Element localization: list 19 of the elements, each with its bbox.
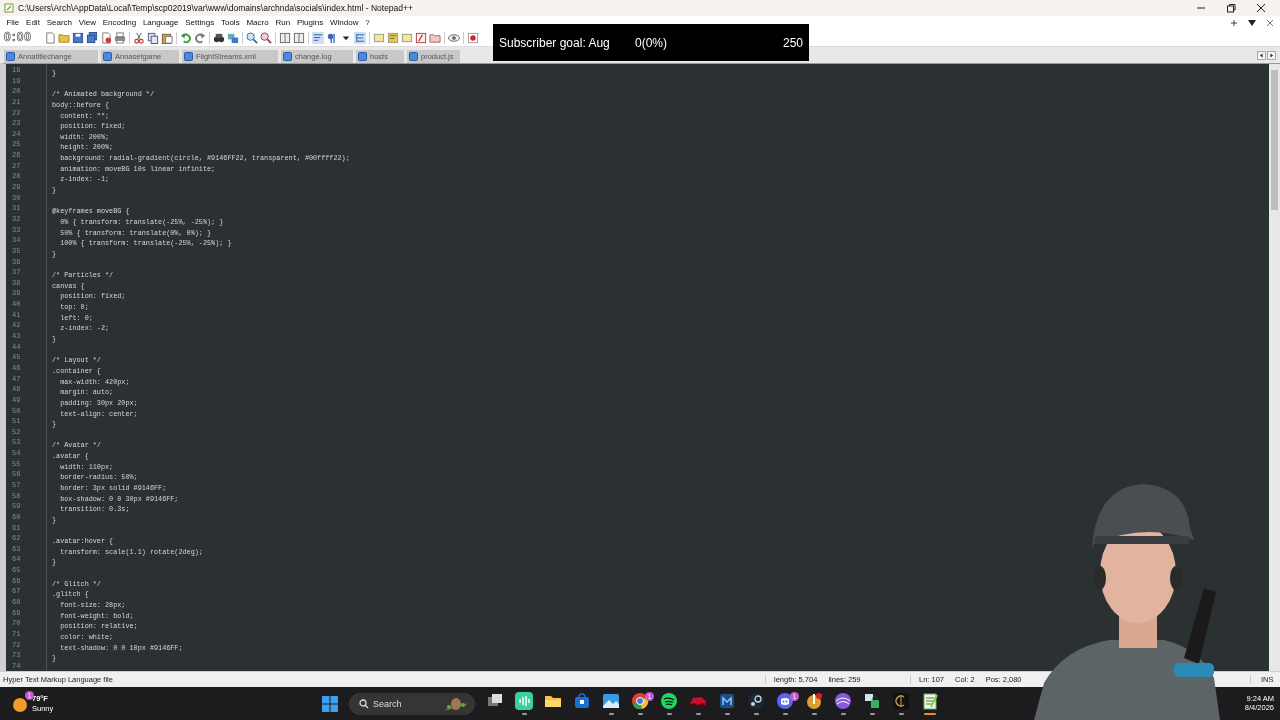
menu-item[interactable]: Macro <box>243 18 273 27</box>
menu-item[interactable]: Settings <box>181 18 218 27</box>
menu-item[interactable]: ? <box>361 18 374 27</box>
search-field[interactable]: Search <box>349 692 475 715</box>
menu-item[interactable]: Search <box>43 18 76 27</box>
stream-timer: 0:00 <box>4 30 33 44</box>
menu-item[interactable]: Plugins <box>293 18 327 27</box>
window-title: C:\Users\Arch\AppData\Local\Temp\scp02019\var\www\domains\archnda\socials\index.html - Notepad++ <box>18 3 414 13</box>
goal-label: Subscriber goal: Aug <box>499 35 611 50</box>
menu-item[interactable]: File <box>3 18 23 27</box>
menu-item[interactable]: Encoding <box>99 18 140 27</box>
menu-item[interactable]: Edit <box>22 18 44 27</box>
menu-item[interactable]: View <box>75 18 100 27</box>
goal-target: 250 <box>782 35 803 50</box>
menu-item[interactable]: Run <box>272 18 294 27</box>
goal-progress: 0(0%) <box>635 35 668 50</box>
menu-item[interactable]: Tools <box>217 18 244 27</box>
menu-item[interactable]: Window <box>326 18 362 27</box>
menu-item[interactable]: Language <box>139 18 182 27</box>
